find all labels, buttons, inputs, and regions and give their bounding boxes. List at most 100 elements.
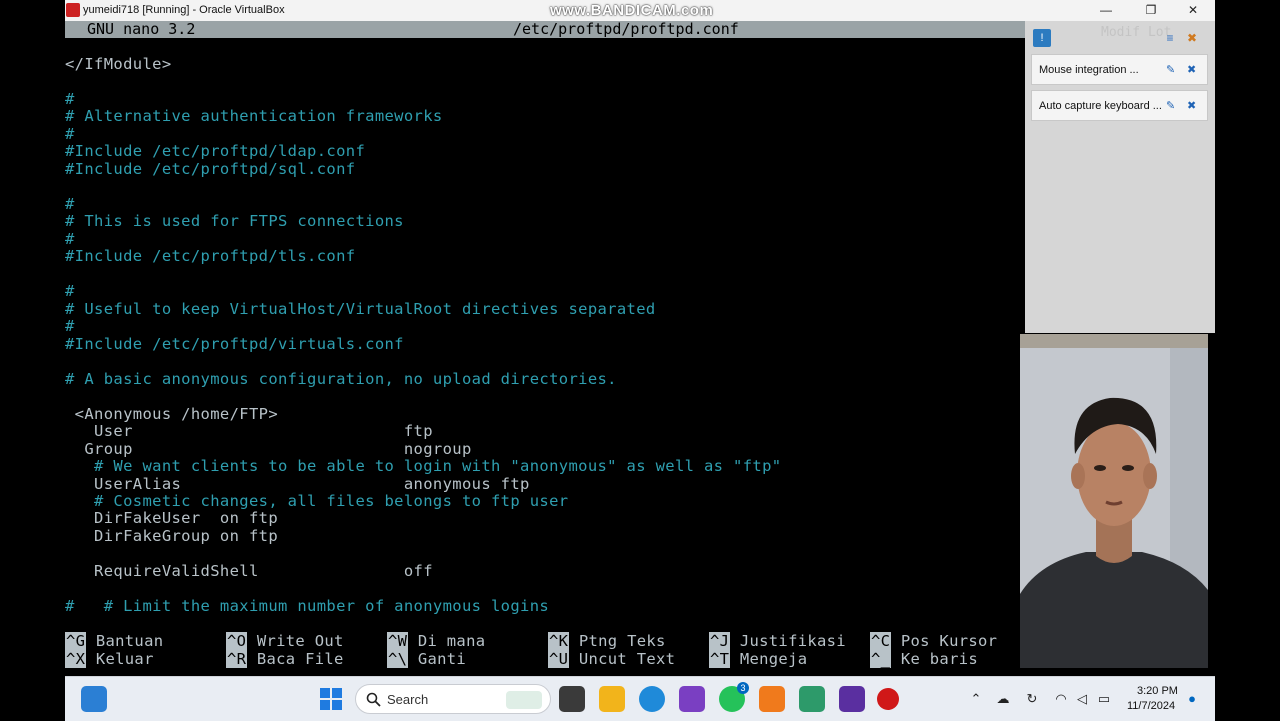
recording-watermark: www.BANDICAM.com [550,2,714,19]
search-icon [366,692,381,707]
start-button[interactable] [318,686,344,712]
maximize-button[interactable]: ❐ [1136,1,1166,20]
wifi-icon[interactable]: ◠ [1052,690,1070,708]
dont-show-again-icon[interactable]: ✎ [1166,99,1175,112]
shortcut-label: Ptng Teks [578,632,666,650]
minimize-button[interactable]: — [1091,1,1121,20]
editor-line[interactable]: UserAlias anonymous ftp [65,475,530,494]
editor-line[interactable]: # A basic anonymous configuration, no up… [65,370,617,389]
notification-center: ! Modif Lot ≡ ✖ Mouse integration ... ✎ … [1025,21,1215,333]
window-title: yumeidi718 [Running] - Oracle VirtualBox [83,4,285,16]
shortcut-label: Mengeja [739,650,808,668]
cloud-icon[interactable]: ☁ [994,690,1012,708]
left-letterbox [0,0,65,720]
editor-line[interactable]: # [65,283,75,301]
shortcut-key: ^J [709,632,731,650]
notification-auto-capture-keyboard[interactable]: Auto capture keyboard ... ✎ ✖ [1031,90,1208,121]
search-label: Search [387,692,429,707]
clock-time[interactable]: 3:20 PM [1137,685,1178,697]
terminal-app-icon[interactable] [559,686,585,712]
editor-line[interactable]: </IfModule> [65,55,172,74]
notification-mouse-integration[interactable]: Mouse integration ... ✎ ✖ [1031,54,1208,85]
editor-line[interactable]: # [65,230,75,249]
dismiss-icon[interactable]: ✖ [1187,99,1196,112]
shortcut-key: ^_ [870,650,892,668]
clock-date[interactable]: 11/7/2024 [1127,700,1175,712]
edge-browser-icon[interactable] [639,686,665,712]
whatsapp-icon[interactable]: 3 [719,682,749,712]
editor-line[interactable]: # Cosmetic changes, all files belongs to… [65,492,568,511]
presenter-video-image [1020,334,1208,668]
editor-line[interactable]: DirFakeUser on ftp [65,510,278,528]
shortcut-item: ^\ Ganti [387,650,467,668]
editor-line[interactable]: <Anonymous /home/FTP> [65,405,278,424]
shortcut-key: ^\ [387,650,409,668]
editor-line[interactable]: # # Limit the maximum number of anonymou… [65,597,549,616]
editor-line[interactable]: #Include /etc/proftpd/tls.conf [65,248,355,266]
search-highlight-icon [506,691,542,709]
editor-line[interactable]: RequireValidShell off [65,562,433,581]
visio-app-icon[interactable] [799,686,825,712]
chevron-up-icon[interactable]: ⌃ [967,690,985,708]
webcam-overlay [1020,334,1208,668]
notification-center-icon[interactable]: ! [1033,29,1051,47]
editor-line[interactable]: # [65,318,75,336]
dont-show-again-icon[interactable]: ✎ [1166,63,1175,76]
shortcut-item: ^K Ptng Teks [548,632,666,650]
editor-line[interactable]: #Include /etc/proftpd/virtuals.conf [65,335,404,354]
shortcut-item: ^U Uncut Text [548,650,676,668]
virtualbox-taskbar-icon[interactable] [839,686,865,712]
window-titlebar[interactable]: yumeidi718 [Running] - Oracle VirtualBox… [65,0,1215,21]
dismiss-icon[interactable]: ✖ [1187,63,1196,76]
shortcut-item: ^R Baca File [226,650,344,668]
shortcut-item: ^X Keluar [65,650,154,668]
editor-line[interactable]: # Alternative authentication frameworks [65,108,443,126]
visual-studio-icon[interactable] [679,686,705,712]
battery-icon[interactable]: ▭ [1095,690,1113,708]
shortcut-key: ^G [65,632,87,650]
shortcut-key: ^K [548,632,570,650]
shortcut-label: Ganti [417,650,467,668]
nano-editor[interactable]: GNU nano 3.2 /etc/proftpd/proftpd.conf <… [65,21,1025,676]
sync-icon[interactable]: ↻ [1023,690,1041,708]
sort-icon[interactable]: ≡ [1163,31,1177,45]
clear-all-icon[interactable]: ✖ [1185,31,1199,45]
editor-line[interactable]: #Include /etc/proftpd/sql.conf [65,160,355,179]
editor-line[interactable]: # This is used for FTPS connections [65,213,404,231]
editor-line[interactable]: DirFakeGroup on ftp [65,527,278,546]
shortcut-label: Uncut Text [578,650,676,668]
shortcut-label: Justifikasi [739,632,846,650]
shortcut-key: ^W [387,632,409,650]
shortcut-item: ^C Pos Kursor [870,632,997,650]
notification-ghost-text: Modif Lot [1101,25,1172,40]
widgets-icon[interactable] [81,686,107,712]
shortcut-item: ^O Write Out [226,632,344,650]
xampp-icon[interactable] [759,686,785,712]
editor-line[interactable]: Group nogroup [65,440,472,459]
shortcut-item: ^J Justifikasi [709,632,846,650]
shortcut-item: ^_ Ke baris [870,650,978,668]
shortcut-label: Di mana [417,632,486,650]
shortcut-item: ^T Mengeja [709,650,808,668]
editor-line[interactable]: # [65,195,75,214]
shortcut-label: Keluar [95,650,154,668]
editor-line[interactable]: #Include /etc/proftpd/ldap.conf [65,143,365,161]
shortcut-label: Write Out [256,632,344,650]
bandicam-icon[interactable] [877,688,899,710]
windows-taskbar: Search 3 ⌃ ☁ ↻ ◠ ◁ ▭ 3:20 PM 11/7/2024 ● [65,676,1215,721]
editor-line[interactable]: # Useful to keep VirtualHost/VirtualRoot… [65,300,656,319]
file-explorer-icon[interactable] [599,686,625,712]
volume-icon[interactable]: ◁ [1073,690,1091,708]
nano-filename: /etc/proftpd/proftpd.conf [513,21,739,38]
taskbar-search[interactable]: Search [355,684,551,714]
editor-line[interactable]: # [65,90,75,109]
shortcut-item: ^W Di mana [387,632,486,650]
editor-line[interactable]: User ftp [65,423,433,441]
editor-line[interactable]: # We want clients to be able to login wi… [65,458,781,476]
close-button[interactable]: ✕ [1178,1,1208,20]
nano-header-bar: GNU nano 3.2 /etc/proftpd/proftpd.conf [65,21,1025,38]
editor-line[interactable]: # [65,125,75,144]
shortcut-item: ^G Bantuan [65,632,163,650]
notification-bell-icon[interactable]: ● [1183,690,1201,708]
notification-text: Auto capture keyboard ... [1039,100,1162,112]
